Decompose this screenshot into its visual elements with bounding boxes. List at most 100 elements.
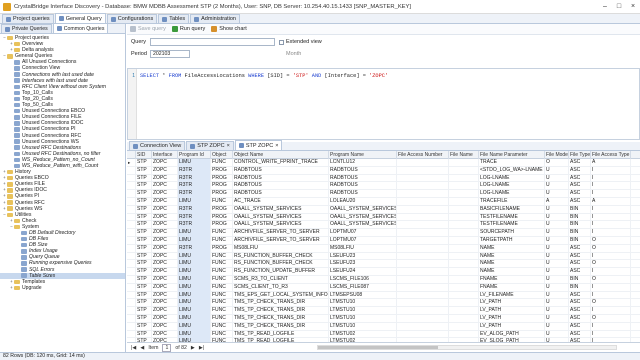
cell-file-name [449, 182, 479, 191]
maximize-icon[interactable]: □ [612, 0, 626, 13]
table-row[interactable]: STP ZOPC R3TR PROG OAALL_SYSTEM_SERVICES OAAL… [127, 213, 640, 222]
column-header-file-access-type[interactable]: File Access Type [591, 151, 631, 159]
column-header-program-id[interactable]: Program Id [178, 151, 211, 159]
side-tab-common-queries[interactable]: Common Queries [52, 23, 109, 33]
table-row[interactable]: STP ZOPC R3TR PROG OAALL_SYSTEM_SERVICES OAAL… [127, 205, 640, 214]
side-tab-private-queries[interactable]: Private Queries [1, 24, 52, 33]
column-header-object-name[interactable]: Object Name [233, 151, 329, 159]
cell-program-name: LOPTMU07 [329, 236, 397, 245]
table-row[interactable]: STP ZOPC LIMU FUNC TMS_EPS_GET_LOCAL_SYSTEM_… [127, 291, 640, 300]
table-row[interactable]: STP ZOPC R3TR PROG RADBTOUS RADBTOUS <STDO_LOG… [127, 166, 640, 175]
tab-administration[interactable]: Administration [190, 14, 240, 23]
column-header-sid[interactable]: SID [136, 151, 152, 159]
period-select[interactable]: 202103 [150, 50, 190, 58]
result-tab-stp-zopc[interactable]: STP ZOPC × [234, 140, 283, 150]
table-row[interactable]: STP ZOPC LIMU FUNC RS_FUNCTION_BUFFER_CHECK L… [127, 260, 640, 269]
table-row[interactable]: STP ZOPC LIMU FUNC AC_TRACE LOLEAU20 TRACEFILE… [127, 197, 640, 206]
column-header-interface[interactable]: Interface [152, 151, 178, 159]
cell-file-name [449, 283, 479, 292]
tab-general-query[interactable]: General Query [54, 13, 106, 23]
table-row[interactable]: STP ZOPC LIMU FUNC TMS_TP_READ_LOGFILE LTMSTU… [127, 338, 640, 342]
show-chart-button[interactable]: Show chart [211, 26, 247, 32]
query-input[interactable] [150, 38, 275, 46]
prev-page-button[interactable]: ◀ [140, 345, 144, 351]
table-row[interactable]: STP ZOPC LIMU FUNC RS_FUNCTION_BUFFER_CHECK L… [127, 252, 640, 261]
cell-program-id: LIMU [178, 330, 211, 339]
table-row[interactable]: STP ZOPC R3TR PROG RADBTOUS RADBTOUS LOG-LNAME… [127, 182, 640, 191]
close-tab-icon[interactable]: × [227, 142, 230, 150]
cell-file-access-number [397, 291, 449, 300]
tab-project-queries[interactable]: Project queries [2, 14, 54, 23]
horizontal-scrollbar[interactable] [317, 345, 617, 350]
column-header-file-name-parameter[interactable]: File Name Parameter [479, 151, 545, 159]
cell-file-mode: U [545, 166, 569, 175]
pager-current[interactable]: 1 [162, 344, 172, 352]
cell-file-access-number [397, 221, 449, 230]
table-row[interactable]: STP ZOPC R3TR PROG RADBTOUS RADBTOUS LOG-LNAME… [127, 174, 640, 183]
save-query-button[interactable]: Save query [130, 26, 166, 32]
table-row[interactable]: STP ZOPC LIMU FUNC SCMS_R3_TO_CLIENT LSCMS_FI… [127, 275, 640, 284]
cell-interface: ZOPC [152, 252, 178, 261]
table-row[interactable]: ▸ STP ZOPC LIMU FUNC CONTROL_WRITE_FPRINT_TRA… [127, 159, 640, 167]
cell-program-id: LIMU [178, 197, 211, 206]
next-page-button[interactable]: ▶ [191, 345, 195, 351]
table-row[interactable]: STP ZOPC LIMU FUNC TMS_TP_CHECK_TRANS_DIR LTM… [127, 307, 640, 315]
cell-file-name-parameter: LOG-LNAME [479, 182, 545, 191]
cell-file-mode: U [545, 190, 569, 198]
first-page-button[interactable]: |◀ [131, 345, 136, 351]
cell-file-type: BIN [569, 229, 591, 237]
cell-object: FUNC [211, 314, 233, 323]
cell-file-access-number [397, 236, 449, 245]
cell-program-id: R3TR [178, 182, 211, 191]
cell-sid: STP [136, 330, 152, 339]
close-icon[interactable]: × [626, 0, 640, 13]
extended-view-checkbox[interactable]: Extended view [279, 39, 322, 45]
cell-program-name: RADBTOUS [329, 182, 397, 191]
table-row[interactable]: STP ZOPC LIMU FUNC ARCHIVFILE_SERVER_TO_SERV… [127, 229, 640, 237]
table-row[interactable]: STP ZOPC LIMU FUNC RS_FUNCTION_UPDATE_BUFFER… [127, 268, 640, 276]
results-grid: SID Interface Program Id Object Object Name P… [127, 151, 640, 343]
column-header-file-access-number[interactable]: File Access Number [397, 151, 449, 159]
run-query-button[interactable]: Run query [171, 26, 205, 32]
cell-sid: STP [136, 338, 152, 342]
tab-tables[interactable]: Tables [158, 14, 190, 23]
table-row[interactable]: STP ZOPC R3TR PROG RADBTOUS RADBTOUS LOG-LNAME… [127, 190, 640, 198]
table-row[interactable]: STP ZOPC LIMU FUNC TMS_TP_READ_LOGFILE LTMSTU… [127, 330, 640, 339]
table-row[interactable]: STP ZOPC LIMU FUNC SCMS_CLIENT_TO_R3 LSCMS_FI… [127, 283, 640, 292]
column-header-object[interactable]: Object [211, 151, 233, 159]
scroll-thumb[interactable] [318, 346, 438, 349]
minimize-icon[interactable]: – [598, 0, 612, 13]
grid-header: SID Interface Program Id Object Object Name P… [127, 151, 640, 159]
sql-editor[interactable]: 1 SELECT * FROM FileAccessLocations WHER… [127, 68, 640, 140]
cell-file-type: BIN [569, 205, 591, 214]
grid-icon [238, 143, 244, 148]
cell-program-name: LSEUFU23 [329, 260, 397, 269]
table-row[interactable]: STP ZOPC LIMU FUNC TMS_TP_CHECK_TRANS_DIR LTM… [127, 314, 640, 323]
result-tab-connection-view[interactable]: Connection View [129, 141, 186, 150]
table-row[interactable]: STP ZOPC LIMU FUNC TMS_TP_CHECK_TRANS_DIR LTM… [127, 299, 640, 308]
table-row[interactable]: STP ZOPC R3TR PROG MS08LFIU MS08LFIU NAME U ASC O [127, 244, 640, 253]
tree-node-upgrade[interactable]: + Upgrade [0, 285, 125, 291]
cell-file-access-type: I [591, 166, 631, 175]
column-header-file-type[interactable]: File Type [569, 151, 591, 159]
table-row[interactable]: STP ZOPC LIMU FUNC TMS_TP_CHECK_TRANS_DIR LTM… [127, 322, 640, 331]
cell-file-access-type: I [591, 205, 631, 214]
cell-interface: ZOPC [152, 229, 178, 237]
row-indicator-header [127, 151, 136, 159]
cell-file-access-type: I [591, 322, 631, 331]
cell-file-mode: U [545, 182, 569, 191]
sql-code[interactable]: SELECT * FROM FileAccessLocations WHERE … [140, 73, 388, 79]
result-tab-stp-zopc[interactable]: STP ZOPC × [186, 141, 234, 150]
table-row[interactable]: STP ZOPC LIMU FUNC ARCHIVFILE_SERVER_TO_SERV… [127, 236, 640, 245]
cell-interface: ZOPC [152, 221, 178, 230]
tab-configurations[interactable]: Configurations [106, 14, 158, 23]
cell-object-name: SCMS_R3_TO_CLIENT [233, 275, 329, 284]
close-tab-icon[interactable]: × [275, 142, 278, 150]
column-header-file-mode[interactable]: File Mode [545, 151, 569, 159]
column-header-file-name[interactable]: File Name [449, 151, 479, 159]
column-header-program-name[interactable]: Program Name [329, 151, 397, 159]
table-row[interactable]: STP ZOPC R3TR PROG OAALL_SYSTEM_SERVICES OAAL… [127, 221, 640, 230]
folder-icon [14, 285, 20, 291]
cell-sid: STP [136, 307, 152, 315]
last-page-button[interactable]: ▶| [199, 345, 204, 351]
